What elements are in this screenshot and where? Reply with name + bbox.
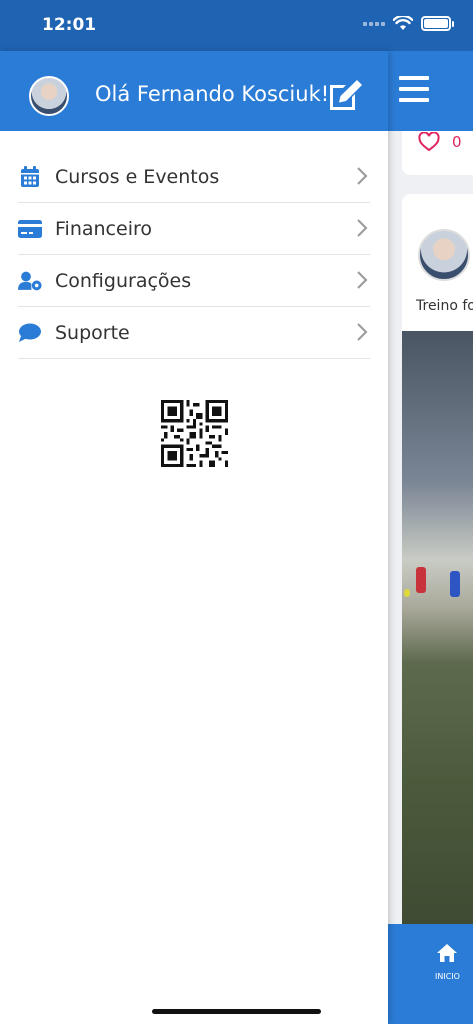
user-avatar[interactable] <box>29 76 69 116</box>
status-icons <box>363 16 454 31</box>
tab-inicio-label: INICIO <box>435 972 460 981</box>
edit-icon[interactable] <box>326 78 364 112</box>
menu-item-financeiro[interactable]: Financeiro <box>18 203 370 255</box>
tab-inicio[interactable]: INICIO <box>388 924 473 1024</box>
feed-panel: 0 Treino fo INICIO <box>388 51 473 1024</box>
home-icon <box>437 944 457 962</box>
status-bar: 12:01 <box>0 0 473 51</box>
menu-icon[interactable] <box>399 76 429 104</box>
chevron-right-icon <box>357 323 368 341</box>
drawer-header: Olá Fernando Kosciuk! <box>0 51 388 131</box>
status-time: 12:01 <box>42 15 97 35</box>
home-indicator <box>152 1009 321 1014</box>
post-card-previous: 0 <box>402 131 473 175</box>
chat-bubble-icon <box>18 321 42 345</box>
calendar-icon <box>18 165 42 189</box>
chevron-right-icon <box>357 219 368 237</box>
post-text: Treino fo <box>416 298 473 314</box>
side-drawer: Olá Fernando Kosciuk! Cursos e Eventos F… <box>0 51 388 1024</box>
wifi-icon <box>393 16 413 30</box>
battery-icon <box>421 16 454 31</box>
user-settings-icon <box>18 269 42 293</box>
signal-icon <box>363 21 385 26</box>
greeting-text: Olá Fernando Kosciuk! <box>95 82 330 106</box>
like-count: 0 <box>452 133 462 151</box>
chevron-right-icon <box>357 167 368 185</box>
menu-item-label: Configurações <box>55 269 192 292</box>
menu-item-configuracoes[interactable]: Configurações <box>18 255 370 307</box>
post-card: Treino fo <box>402 194 473 934</box>
menu-item-cursos-e-eventos[interactable]: Cursos e Eventos <box>18 151 370 203</box>
feed-header <box>388 51 473 131</box>
menu-item-label: Financeiro <box>55 217 152 240</box>
menu-item-label: Cursos e Eventos <box>55 165 220 188</box>
drawer-menu: Cursos e Eventos Financeiro Configuraçõe… <box>18 151 370 359</box>
post-photo[interactable] <box>402 331 473 934</box>
post-author-avatar[interactable] <box>418 229 470 281</box>
credit-card-icon <box>18 217 42 241</box>
menu-item-suporte[interactable]: Suporte <box>18 307 370 359</box>
qr-code-icon[interactable] <box>161 400 228 467</box>
menu-item-label: Suporte <box>55 321 130 344</box>
chevron-right-icon <box>357 271 368 289</box>
heart-icon[interactable] <box>418 132 440 152</box>
